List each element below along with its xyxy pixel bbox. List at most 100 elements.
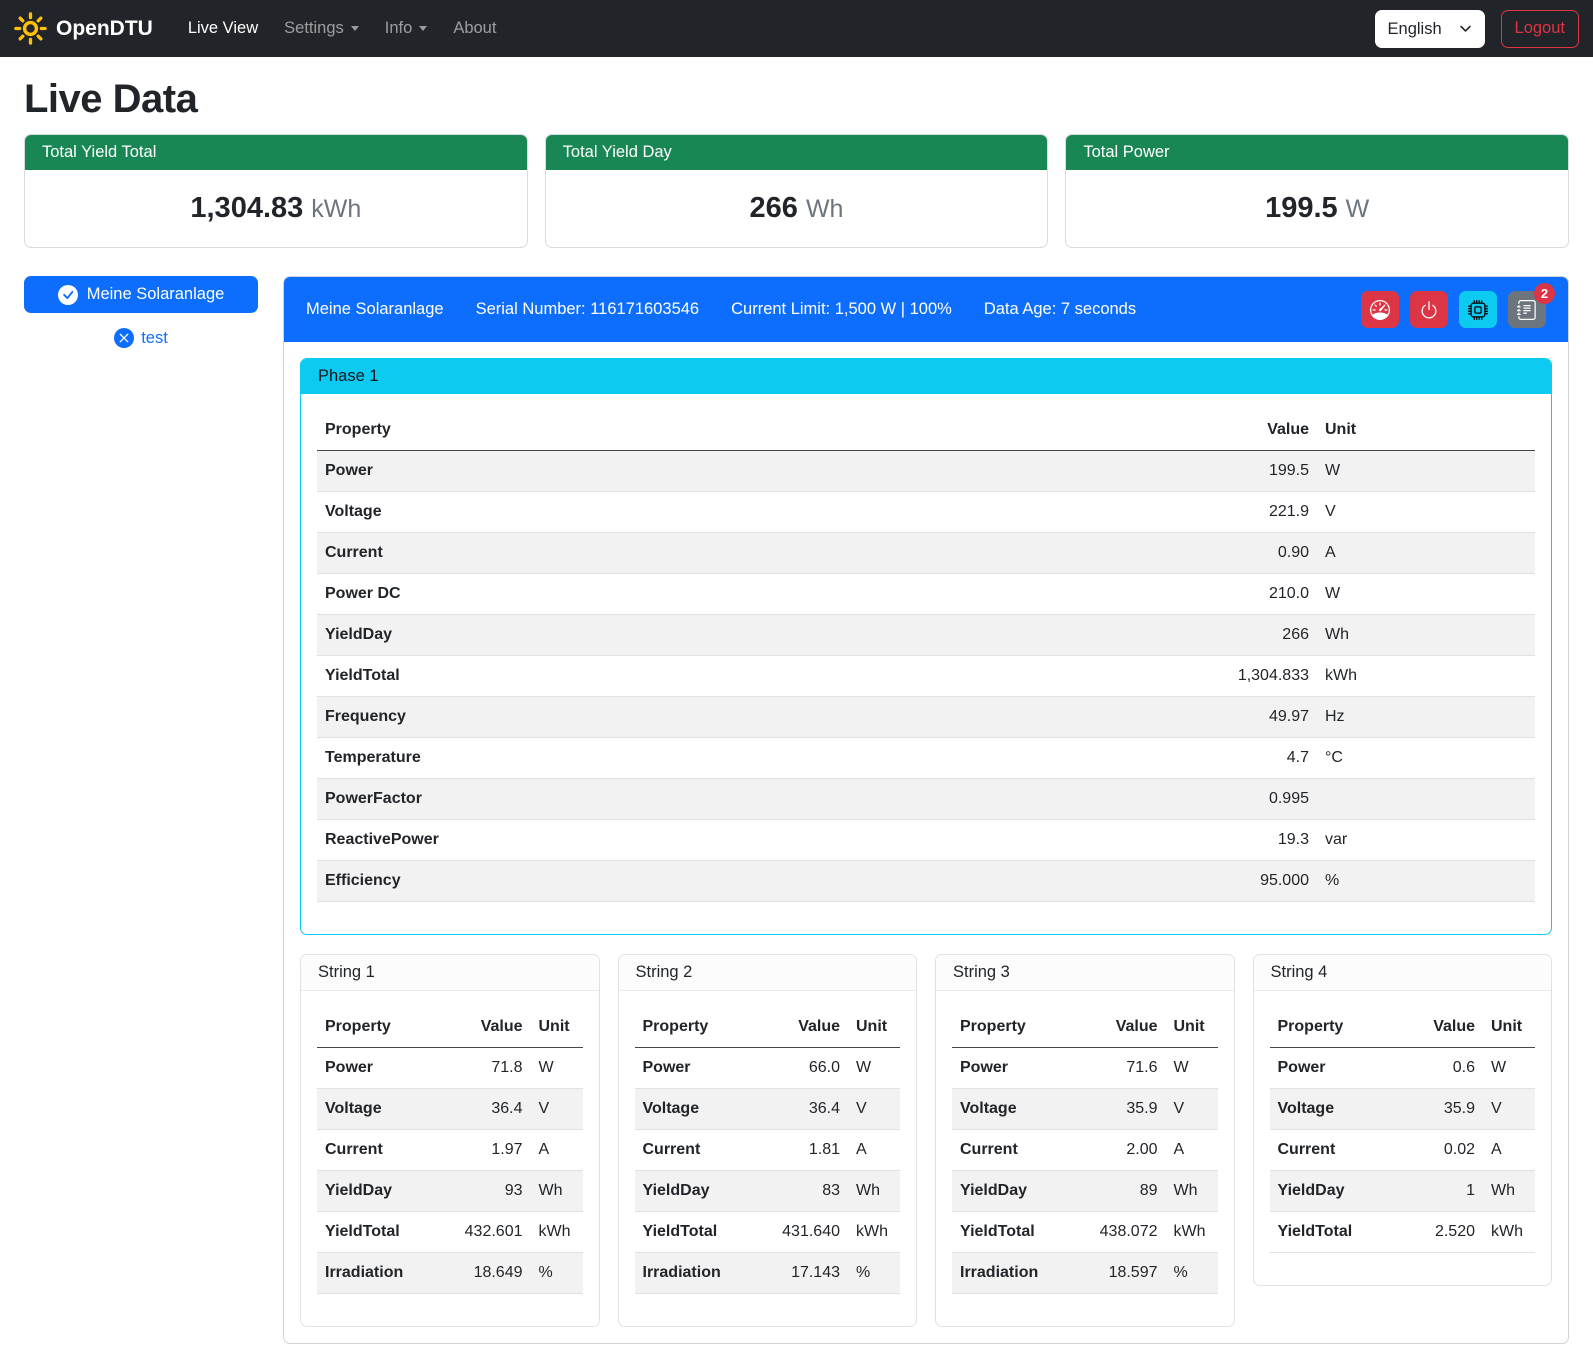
header-value: Value	[1400, 1007, 1483, 1048]
unit-cell: A	[1317, 533, 1535, 574]
phase-table: Property Value Unit Power	[317, 410, 1535, 902]
table-row: YieldDay 93 Wh	[317, 1171, 583, 1212]
unit-cell: Wh	[531, 1171, 583, 1212]
table-row: Current 1.97 A	[317, 1130, 583, 1171]
unit-cell: A	[531, 1130, 583, 1171]
card-title: Total Yield Total	[25, 135, 527, 170]
card-title: Total Yield Day	[546, 135, 1048, 170]
unit-cell	[1317, 779, 1535, 820]
limit-settings-button[interactable]	[1361, 291, 1399, 328]
table-row: Power DC 210.0 W	[317, 574, 1535, 615]
string-table: Property Value Unit Power	[635, 1007, 901, 1294]
property-cell: Power	[635, 1048, 755, 1089]
unit-cell: V	[1317, 492, 1535, 533]
event-count-badge: 2	[1534, 283, 1555, 304]
sidebar-item-test[interactable]: test	[24, 328, 258, 348]
unit-cell: Hz	[1317, 697, 1535, 738]
value-cell: 199.5	[915, 451, 1317, 492]
value-cell: 1.97	[437, 1130, 531, 1171]
table-row: Irradiation 18.597 %	[952, 1253, 1218, 1294]
table-row: Irradiation 18.649 %	[317, 1253, 583, 1294]
nav-item-live-view[interactable]: Live View	[175, 11, 271, 46]
value-cell: 17.143	[754, 1253, 848, 1294]
unit-cell: %	[1166, 1253, 1218, 1294]
table-header-row: Property Value Unit	[1270, 1007, 1536, 1048]
value-cell: 66.0	[754, 1048, 848, 1089]
table-row: Current 1.81 A	[635, 1130, 901, 1171]
device-info-button[interactable]	[1459, 291, 1497, 328]
property-cell: Irradiation	[952, 1253, 1072, 1294]
property-cell: Temperature	[317, 738, 915, 779]
cpu-icon	[1468, 300, 1488, 320]
chevron-down-icon	[351, 26, 359, 31]
inverter-limit: Current Limit: 1,500 W | 100%	[731, 300, 952, 319]
unit: Wh	[806, 195, 844, 223]
table-row: Power 71.6 W	[952, 1048, 1218, 1089]
property-cell: Efficiency	[317, 861, 915, 902]
language-select-wrap[interactable]: English	[1375, 10, 1485, 48]
nav-item-about[interactable]: About	[440, 11, 509, 46]
unit-cell: kWh	[531, 1212, 583, 1253]
unit-cell: Wh	[1317, 615, 1535, 656]
sidebar-item-meine-solaranlage[interactable]: Meine Solaranlage	[24, 276, 258, 313]
header-property: Property	[317, 410, 915, 451]
property-cell: Power	[317, 451, 915, 492]
unit-cell: %	[531, 1253, 583, 1294]
value-cell: 18.597	[1072, 1253, 1166, 1294]
string-table: Property Value Unit Power	[317, 1007, 583, 1294]
value-cell: 83	[754, 1171, 848, 1212]
string-title: String 4	[1254, 955, 1552, 991]
string-card-1: String 1 Property Value Unit	[300, 954, 600, 1327]
value-cell: 19.3	[915, 820, 1317, 861]
header-property: Property	[635, 1007, 755, 1048]
value-cell: 0.995	[915, 779, 1317, 820]
nav-item-info[interactable]: Info	[372, 11, 441, 46]
unit-cell: Wh	[848, 1171, 900, 1212]
property-cell: ReactivePower	[317, 820, 915, 861]
property-cell: Voltage	[635, 1089, 755, 1130]
property-cell: YieldTotal	[1270, 1212, 1400, 1253]
value-cell: 0.6	[1400, 1048, 1483, 1089]
property-cell: Frequency	[317, 697, 915, 738]
unit-cell: °C	[1317, 738, 1535, 779]
phase-title: Phase 1	[301, 359, 1551, 394]
logout-button[interactable]: Logout	[1501, 10, 1579, 48]
string-title: String 2	[619, 955, 917, 991]
table-row: YieldDay 83 Wh	[635, 1171, 901, 1212]
nav-item-settings[interactable]: Settings	[271, 11, 372, 46]
table-row: Power 66.0 W	[635, 1048, 901, 1089]
brand[interactable]: OpenDTU	[14, 12, 153, 45]
unit-cell: var	[1317, 820, 1535, 861]
table-header-row: Property Value Unit	[952, 1007, 1218, 1048]
table-row: Voltage 221.9 V	[317, 492, 1535, 533]
table-row: Power 71.8 W	[317, 1048, 583, 1089]
value-cell: 4.7	[915, 738, 1317, 779]
sidebar-item-label: Meine Solaranlage	[87, 285, 225, 304]
table-row: Current 0.90 A	[317, 533, 1535, 574]
language-select[interactable]: English	[1388, 20, 1443, 38]
property-cell: Voltage	[1270, 1089, 1400, 1130]
string-table: Property Value Unit Power	[952, 1007, 1218, 1294]
journal-text-icon	[1517, 300, 1537, 320]
unit-cell: W	[848, 1048, 900, 1089]
sun-logo-icon	[14, 12, 47, 45]
property-cell: YieldDay	[635, 1171, 755, 1212]
header-unit: Unit	[531, 1007, 583, 1048]
property-cell: Power	[952, 1048, 1072, 1089]
strings-row: String 1 Property Value Unit	[300, 954, 1552, 1327]
unit-cell: %	[848, 1253, 900, 1294]
event-log-button[interactable]: 2	[1508, 291, 1546, 328]
power-button[interactable]	[1410, 291, 1448, 328]
table-row: Efficiency 95.000 %	[317, 861, 1535, 902]
header-unit: Unit	[1166, 1007, 1218, 1048]
brand-label: OpenDTU	[56, 17, 153, 41]
card-title: Total Power	[1066, 135, 1568, 170]
check-circle-icon	[58, 285, 78, 305]
card-total-yield-day: Total Yield Day 266Wh	[545, 134, 1049, 248]
value-cell: 89	[1072, 1171, 1166, 1212]
property-cell: YieldDay	[1270, 1171, 1400, 1212]
header-value: Value	[1072, 1007, 1166, 1048]
property-cell: Current	[635, 1130, 755, 1171]
inverter-data-age: Data Age: 7 seconds	[984, 300, 1136, 319]
unit: kWh	[311, 195, 361, 223]
